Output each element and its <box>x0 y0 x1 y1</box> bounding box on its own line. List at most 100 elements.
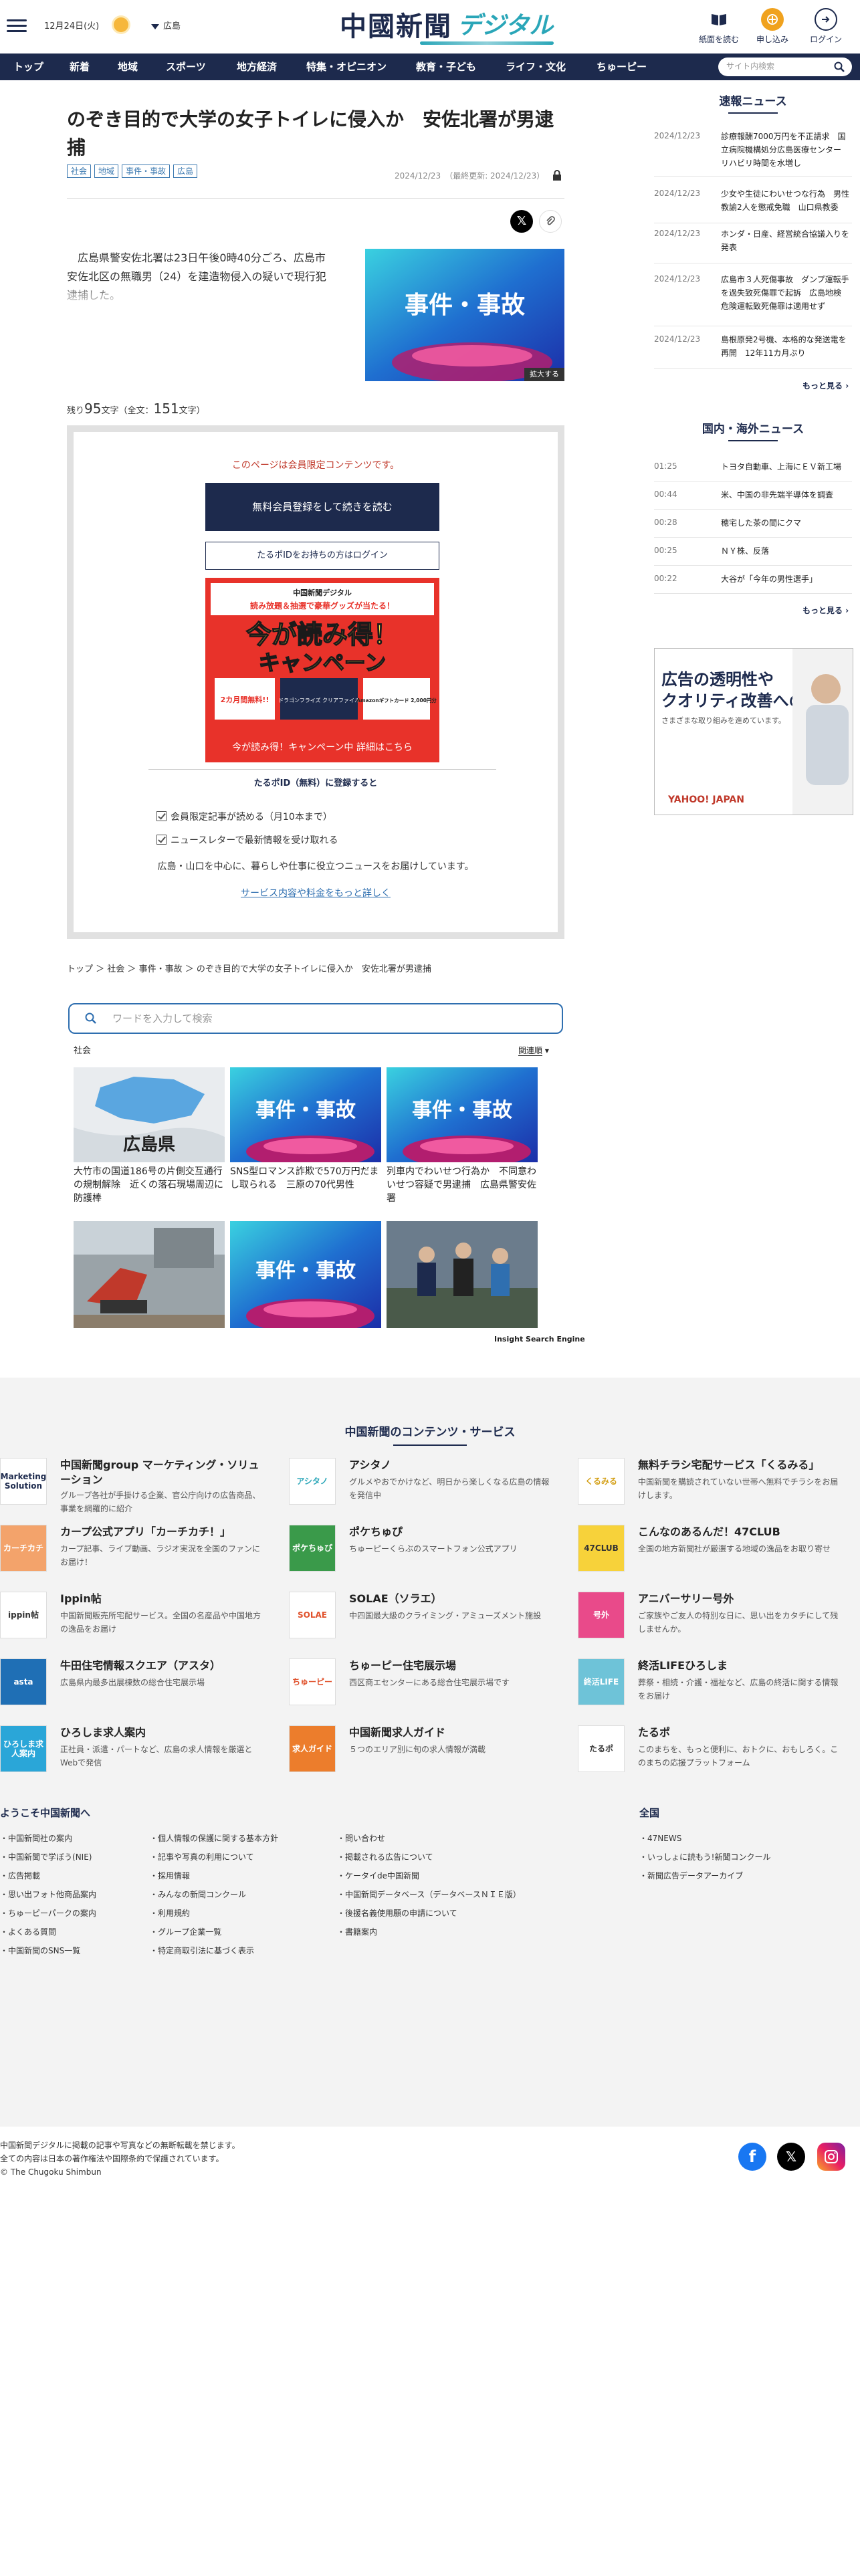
search-icon[interactable] <box>833 61 845 73</box>
facebook-icon[interactable]: f <box>738 2143 766 2171</box>
service-name[interactable]: SOLAE（ソラエ） <box>349 1592 556 1606</box>
breadcrumb-society[interactable]: 社会 <box>107 964 124 974</box>
footer-link[interactable]: 利用規約 <box>150 1907 278 1926</box>
footer-link[interactable]: 中国新聞社の案内 <box>0 1832 96 1851</box>
keyword-search-input[interactable]: ワードを入力して検索 <box>68 1003 563 1034</box>
footer-link[interactable]: よくある質問 <box>0 1926 96 1945</box>
service-card[interactable]: たるポ たるポ このまちを、もっと便利に、おトクに、おもしろく。このまちの応援プラッ… <box>578 1725 845 1779</box>
footer-link[interactable]: 特定商取引法に基づく表示 <box>150 1945 278 1963</box>
site-search-input[interactable]: サイト内検索 <box>718 58 852 76</box>
service-card[interactable]: 求人ガイド 中国新聞求人ガイド ５つのエリア別に旬の求人情報が満載 <box>289 1725 556 1779</box>
breaking-item[interactable]: 2024/12/23 ホンダ・日産、経営統合協議入りを発表 <box>654 227 852 263</box>
related-thumb-map[interactable]: 広島県 <box>74 1067 225 1162</box>
service-name[interactable]: ポケちゅぴ <box>349 1525 556 1539</box>
service-name[interactable]: アニバーサリー号外 <box>638 1592 845 1606</box>
nav-item-region[interactable]: 地域 <box>118 60 138 75</box>
footer-link[interactable]: 47NEWS <box>639 1832 770 1851</box>
footer-link[interactable]: 中国新聞のSNS一覧 <box>0 1945 96 1963</box>
related-thumb-incident[interactable]: 事件・事故 <box>230 1067 381 1168</box>
service-details-link[interactable]: サービス内容や料金をもっと詳しく <box>74 887 558 901</box>
footer-link[interactable]: 書籍案内 <box>337 1926 521 1945</box>
nav-item-sports[interactable]: スポーツ <box>166 60 206 75</box>
related-thumb-construction[interactable] <box>74 1221 225 1328</box>
service-card[interactable]: asta 牛田住宅情報スクエア（アスタ） 広島県内最多出展棟数の総合住宅展示場 <box>0 1658 267 1712</box>
tag-region[interactable]: 地域 <box>94 165 119 178</box>
zoom-button[interactable]: 拡大する <box>524 367 564 381</box>
related-thumb-players[interactable] <box>387 1221 538 1328</box>
register-button[interactable]: 無料会員登録をして続きを読む <box>205 483 439 531</box>
related-thumb-incident[interactable]: 事件・事故 <box>230 1221 381 1333</box>
read-paper-button[interactable]: 紙面を読む <box>695 8 742 45</box>
instagram-icon[interactable] <box>817 2143 845 2171</box>
service-name[interactable]: こんなのあるんだ！47CLUB <box>638 1525 845 1539</box>
breaking-item[interactable]: 2024/12/23 広島市３人死傷事故 ダンプ運転手を過失致死傷罪で起訴 広島地… <box>654 273 852 326</box>
footer-link[interactable]: 新聞広告データアーカイブ <box>639 1870 770 1889</box>
footer-link[interactable]: 問い合わせ <box>337 1832 521 1851</box>
breaking-item[interactable]: 2024/12/23 島根原発2号機、本格的な発送電を再開 12年11カ月ぶり <box>654 333 852 369</box>
tarobo-login-button[interactable]: たるポIDをお持ちの方はログイン <box>205 542 439 570</box>
nav-item-chupy[interactable]: ちゅーピー <box>597 60 647 75</box>
subscribe-button[interactable]: 申し込み <box>749 8 796 45</box>
service-name[interactable]: 牛田住宅情報スクエア（アスタ） <box>60 1658 267 1673</box>
menu-icon[interactable] <box>7 16 27 33</box>
service-name[interactable]: Ippin帖 <box>60 1592 267 1606</box>
tag-society[interactable]: 社会 <box>67 165 92 178</box>
footer-link[interactable]: 思い出フォト他商品案内 <box>0 1889 96 1907</box>
service-card[interactable]: アシタノ アシタノ グルメやおでかけなど、明日から楽しくなる広島の情報を発信中 <box>289 1458 556 1511</box>
x-icon[interactable]: 𝕏 <box>777 2143 805 2171</box>
nav-item-top[interactable]: トップ <box>13 60 43 75</box>
nav-item-education[interactable]: 教育・子ども <box>416 60 476 75</box>
service-name[interactable]: アシタノ <box>349 1458 556 1473</box>
footer-link[interactable]: いっしょに読もう!新聞コンクール <box>639 1851 770 1870</box>
related-thumb-incident[interactable]: 事件・事故 <box>387 1067 538 1168</box>
sidebar-advertisement[interactable]: 広告の透明性や クオリティ改善への さまざまな取り組みを進めています。 YAHO… <box>654 648 853 815</box>
service-name[interactable]: 無料チラシ宅配サービス「くるみる」 <box>638 1458 845 1473</box>
nav-item-opinion[interactable]: 特集・オピニオン <box>306 60 387 75</box>
service-card[interactable]: 47CLUB こんなのあるんだ！47CLUB 全国の地方新聞社が厳選する地域の逸品を… <box>578 1525 845 1578</box>
breadcrumb-top[interactable]: トップ <box>67 964 93 974</box>
breaking-item[interactable]: 2024/12/23 少女や生徒にわいせつな行為 男性教諭2人を懲戒免職 山口県教… <box>654 187 852 223</box>
tag-incident[interactable]: 事件・事故 <box>122 165 171 178</box>
service-card[interactable]: 号外 アニバーサリー号外 ご家族やご友人の特別な日に、思い出をカタチにして残しません… <box>578 1592 845 1645</box>
copy-link-button[interactable] <box>539 210 562 233</box>
world-item[interactable]: 00:44 米、中国の非先端半導体を調査 <box>654 488 852 510</box>
footer-link[interactable]: 後援名義使用願の申請について <box>337 1907 521 1926</box>
footer-link[interactable]: 中国新聞データベース（データベースＮＩＥ版） <box>337 1889 521 1907</box>
footer-link[interactable]: ケータイde中国新聞 <box>337 1870 521 1889</box>
region-selector[interactable]: 広島 <box>151 20 181 33</box>
site-logo[interactable]: 中國新聞 デジタル <box>340 7 554 45</box>
service-card[interactable]: SOLAE SOLAE（ソラエ） 中四国最大級のクライミング・アミューズメント施設 <box>289 1592 556 1645</box>
footer-link[interactable]: 広告掲載 <box>0 1870 96 1889</box>
footer-link[interactable]: 個人情報の保護に関する基本方針 <box>150 1832 278 1851</box>
tag-hiroshima[interactable]: 広島 <box>173 165 198 178</box>
footer-link[interactable]: 記事や写真の利用について <box>150 1851 278 1870</box>
service-name[interactable]: 中国新聞求人ガイド <box>349 1725 556 1740</box>
share-x-button[interactable]: 𝕏 <box>510 210 533 233</box>
article-image[interactable]: 事件・事故 拡大する <box>365 249 564 383</box>
sort-select[interactable]: 関連順 ▾ <box>518 1045 549 1057</box>
service-card[interactable]: Marketing Solution 中国新聞group マーケティング・ソリュー… <box>0 1458 267 1513</box>
related-caption[interactable]: 列車内でわいせつ行為か 不同意わいせつ容疑で男逮捕 広島県警安佐署 <box>387 1165 538 1205</box>
nav-item-economy[interactable]: 地方経済 <box>237 60 277 75</box>
breaking-item[interactable]: 2024/12/23 診療報酬7000万円を不正請求 国立病院機構処分広島医療セン… <box>654 130 852 177</box>
footer-link[interactable]: ちゅーピーパークの案内 <box>0 1907 96 1926</box>
service-name[interactable]: ちゅーピー住宅展示場 <box>349 1658 556 1673</box>
service-name[interactable]: 中国新聞group マーケティング・ソリューション <box>60 1458 267 1487</box>
footer-link[interactable]: 掲載される広告について <box>337 1851 521 1870</box>
service-name[interactable]: 終活LIFEひろしま <box>638 1658 845 1673</box>
service-card[interactable]: くるみる 無料チラシ宅配サービス「くるみる」 中国新聞を購読されていない世帯へ無料で… <box>578 1458 845 1511</box>
service-card[interactable]: ひろしま求人案内 ひろしま求人案内 正社員・派遣・パートなど、広島の求人情報を厳選と… <box>0 1725 267 1779</box>
world-more-link[interactable]: もっと見る › <box>802 605 849 617</box>
nav-item-life[interactable]: ライフ・文化 <box>506 60 566 75</box>
service-card[interactable]: ippin帖 Ippin帖 中国新聞販売所宅配サービス。全国の名産品や中国地方の逸品… <box>0 1592 267 1645</box>
footer-link[interactable]: 採用情報 <box>150 1870 278 1889</box>
service-card[interactable]: カーチカチ カープ公式アプリ「カーチカチ！」 カープ記事、ライブ動画、ラジオ実況を全… <box>0 1525 267 1578</box>
breaking-more-link[interactable]: もっと見る › <box>802 380 849 392</box>
footer-link[interactable]: 中国新聞で学ぼう(NIE) <box>0 1851 96 1870</box>
service-card[interactable]: 終活LIFE 終活LIFEひろしま 葬祭・相続・介護・福祉など、広島の終活に関する情… <box>578 1658 845 1712</box>
world-item[interactable]: 01:25 トヨタ自動車、上海にＥＶ新工場 <box>654 460 852 481</box>
service-card[interactable]: ポケちゅぴ ポケちゅぴ ちゅーピーくらぶのスマートフォン公式アプリ <box>289 1525 556 1578</box>
service-name[interactable]: ひろしま求人案内 <box>60 1725 267 1740</box>
footer-link[interactable]: グループ企業一覧 <box>150 1926 278 1945</box>
login-button[interactable]: ログイン <box>802 8 849 45</box>
